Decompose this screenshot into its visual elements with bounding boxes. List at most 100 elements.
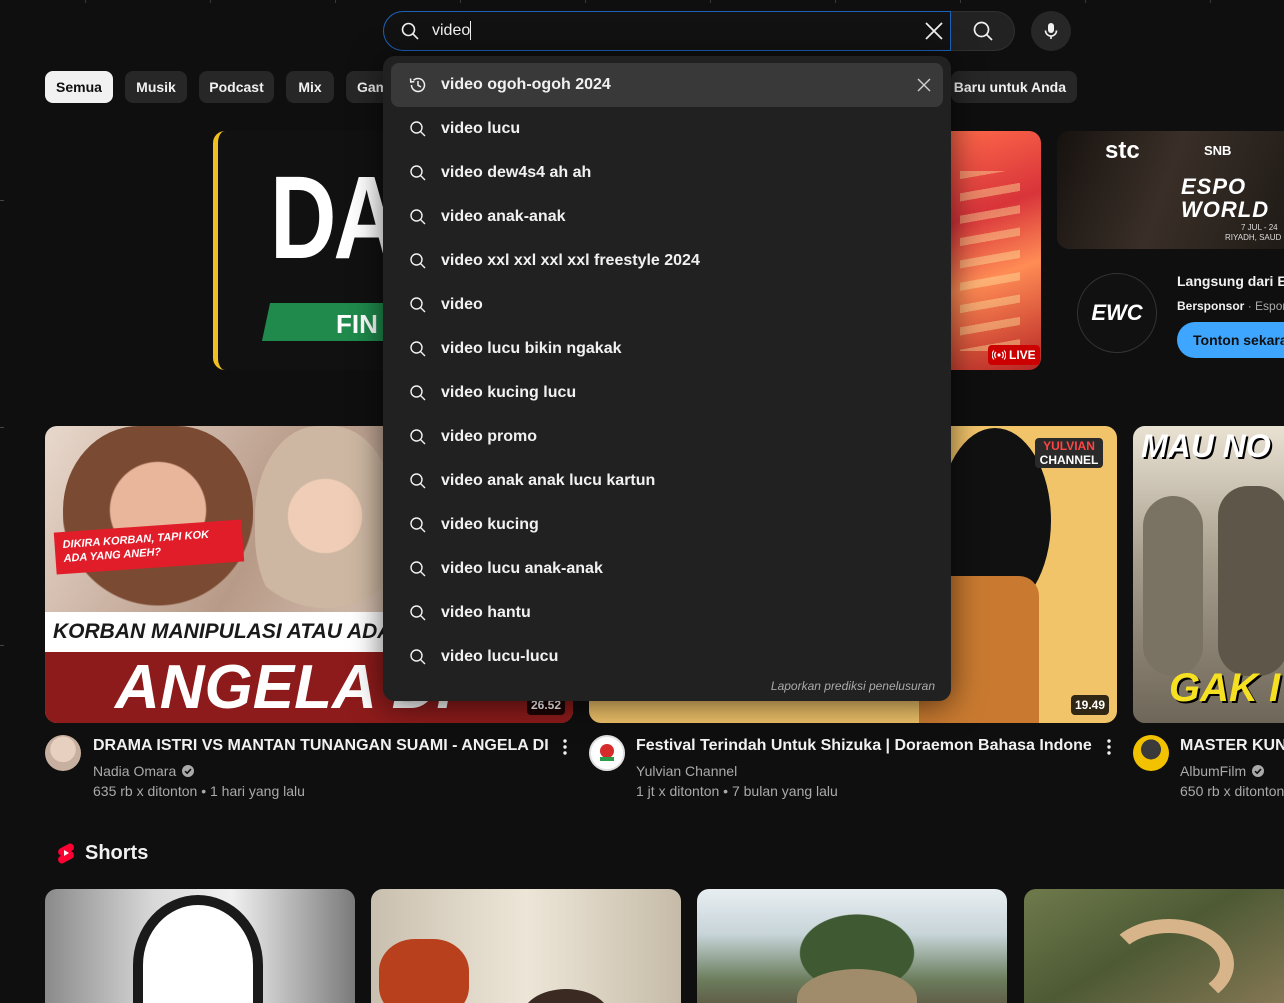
top-edge-marks	[0, 0, 1284, 3]
clear-search-button[interactable]	[918, 15, 950, 47]
featured-thumbnail[interactable]: DA FIN	[213, 131, 393, 370]
suggestion-item[interactable]: video xxl xxl xxl xxl freestyle 2024	[391, 239, 943, 283]
thumb-figure	[1104, 919, 1234, 1003]
suggestion-text: video xxl xxl xxl xxl freestyle 2024	[441, 252, 700, 269]
verified-icon	[182, 765, 195, 777]
chip-podcast[interactable]: Podcast	[199, 71, 274, 103]
suggestion-item[interactable]: video lucu-lucu	[391, 635, 943, 679]
suggestion-item[interactable]: video kucing lucu	[391, 371, 943, 415]
search-button[interactable]	[951, 11, 1015, 51]
suggestion-item[interactable]: video ogoh-ogoh 2024	[391, 63, 943, 107]
suggestion-text: video anak anak lucu kartun	[441, 472, 656, 489]
thumb-food	[379, 939, 469, 1003]
remove-history-icon[interactable]	[916, 77, 932, 93]
channel-logo-icon	[600, 744, 614, 761]
chip-mix[interactable]: Mix	[286, 71, 334, 103]
voice-search-button[interactable]	[1031, 11, 1071, 51]
suggestion-item[interactable]: video lucu bikin ngakak	[391, 327, 943, 371]
search-icon	[410, 341, 426, 357]
channel-line: Nadia Omara	[93, 763, 293, 779]
channel-name[interactable]: Yulvian Channel	[636, 763, 836, 779]
search-icon	[410, 473, 426, 489]
thumb-person	[1218, 486, 1284, 676]
ad-cta-button[interactable]: Tonton sekarang	[1177, 322, 1284, 358]
suggestion-text: video	[441, 296, 483, 313]
suggestion-item[interactable]: video promo	[391, 415, 943, 459]
ad-thumb-place: RIYADH, SAUD	[1225, 233, 1282, 242]
ad-thumbnail[interactable]: stc SNB ESPO WORLD 7 JUL - 24 RIYADH, SA…	[1057, 131, 1284, 249]
suggestion-text: video lucu-lucu	[441, 648, 559, 665]
chip-all[interactable]: Semua	[45, 71, 113, 103]
live-icon	[992, 350, 1006, 360]
search-icon	[973, 21, 993, 41]
search-icon	[410, 561, 426, 577]
thumb-cartoon	[133, 895, 263, 1003]
suggestion-text: video kucing lucu	[441, 384, 577, 401]
ad-channel-logo[interactable]: EWC	[1077, 273, 1157, 353]
verified-icon	[1252, 765, 1265, 777]
suggestion-item[interactable]: video lucu	[391, 107, 943, 151]
video-title[interactable]: DRAMA ISTRI VS MANTAN TUNANGAN SUAMI - A…	[93, 737, 548, 755]
sponsor-name: Espor	[1255, 299, 1284, 313]
search-input[interactable]	[432, 20, 902, 42]
video-title[interactable]: MASTER KUNG	[1180, 737, 1284, 755]
avatar[interactable]	[589, 735, 625, 771]
report-predictions-link[interactable]: Laporkan prediksi penelusuran	[771, 679, 935, 693]
suggestion-item[interactable]: video dew4s4 ah ah	[391, 151, 943, 195]
left-edge-tick	[0, 427, 4, 428]
kebab-icon	[563, 739, 567, 755]
view-count: 635 rb x ditonton	[93, 783, 198, 799]
suggestion-text: video lucu bikin ngakak	[441, 340, 622, 357]
video-thumbnail[interactable]: MAU NO GAK I	[1133, 426, 1284, 723]
ad-thumb-title: ESPO WORLD	[1181, 174, 1270, 222]
suggestion-item[interactable]: video lucu anak-anak	[391, 547, 943, 591]
channel-name[interactable]: AlbumFilm	[1180, 763, 1246, 779]
more-options-button[interactable]	[553, 735, 577, 759]
thumb-logo-line2: CHANNEL	[1039, 453, 1099, 467]
search-icon	[410, 385, 426, 401]
short-thumbnail[interactable]	[45, 889, 355, 1003]
suggestion-item[interactable]: video	[391, 283, 943, 327]
search-icon	[410, 517, 426, 533]
view-count: 1 jt x ditonton	[636, 783, 720, 799]
thumb-top-text: MAU NO	[1141, 428, 1271, 464]
suggestion-text: video ogoh-ogoh 2024	[441, 76, 611, 93]
chip-new-for-you[interactable]: Baru untuk Anda	[951, 71, 1077, 103]
view-count: 650 rb x ditonton	[1180, 783, 1284, 799]
suggestion-text: video lucu anak-anak	[441, 560, 603, 577]
suggestion-item[interactable]: video hantu	[391, 591, 943, 635]
suggestion-text: video anak-anak	[441, 208, 566, 225]
hero-banner-text: FIN	[336, 309, 378, 339]
search-icon	[410, 121, 426, 137]
ad-thumb-date: 7 JUL - 24	[1241, 223, 1278, 232]
featured-thumbnail-right[interactable]: LIVE	[940, 131, 1041, 370]
avatar[interactable]	[1133, 735, 1169, 771]
short-thumbnail[interactable]	[697, 889, 1007, 1003]
chip-gaming[interactable]: Gam	[346, 71, 386, 103]
suggestion-text: video hantu	[441, 604, 531, 621]
shorts-icon	[55, 842, 77, 864]
chip-music[interactable]: Musik	[125, 71, 187, 103]
channel-name[interactable]: Nadia Omara	[93, 763, 176, 779]
sponsor-label: Bersponsor	[1177, 299, 1245, 313]
hero-big-text: DA	[270, 152, 393, 284]
more-options-button[interactable]	[1097, 735, 1121, 759]
left-edge-tick	[0, 200, 4, 201]
ad-brand-stc: stc	[1105, 137, 1140, 164]
suggestion-item[interactable]: video anak-anak	[391, 195, 943, 239]
suggestion-item[interactable]: video kucing	[391, 503, 943, 547]
search-icon	[410, 165, 426, 181]
channel-line: AlbumFilm	[1180, 763, 1284, 779]
video-stats: 635 rb x ditonton • 1 hari yang lalu	[93, 783, 305, 799]
avatar[interactable]	[45, 735, 81, 771]
search-suggestions-dropdown: video ogoh-ogoh 2024 video lucu video de…	[383, 56, 951, 701]
video-title[interactable]: Festival Terindah Untuk Shizuka | Doraem…	[636, 737, 1092, 755]
ad-title[interactable]: Langsung dari Es	[1177, 273, 1284, 289]
suggestion-item[interactable]: video anak anak lucu kartun	[391, 459, 943, 503]
search-icon	[410, 605, 426, 621]
search-icon	[400, 21, 420, 41]
short-thumbnail[interactable]	[1024, 889, 1284, 1003]
thumb-channel-logo: YULVIAN CHANNEL	[1035, 438, 1103, 468]
short-thumbnail[interactable]	[371, 889, 681, 1003]
thumb-person	[1143, 496, 1203, 676]
